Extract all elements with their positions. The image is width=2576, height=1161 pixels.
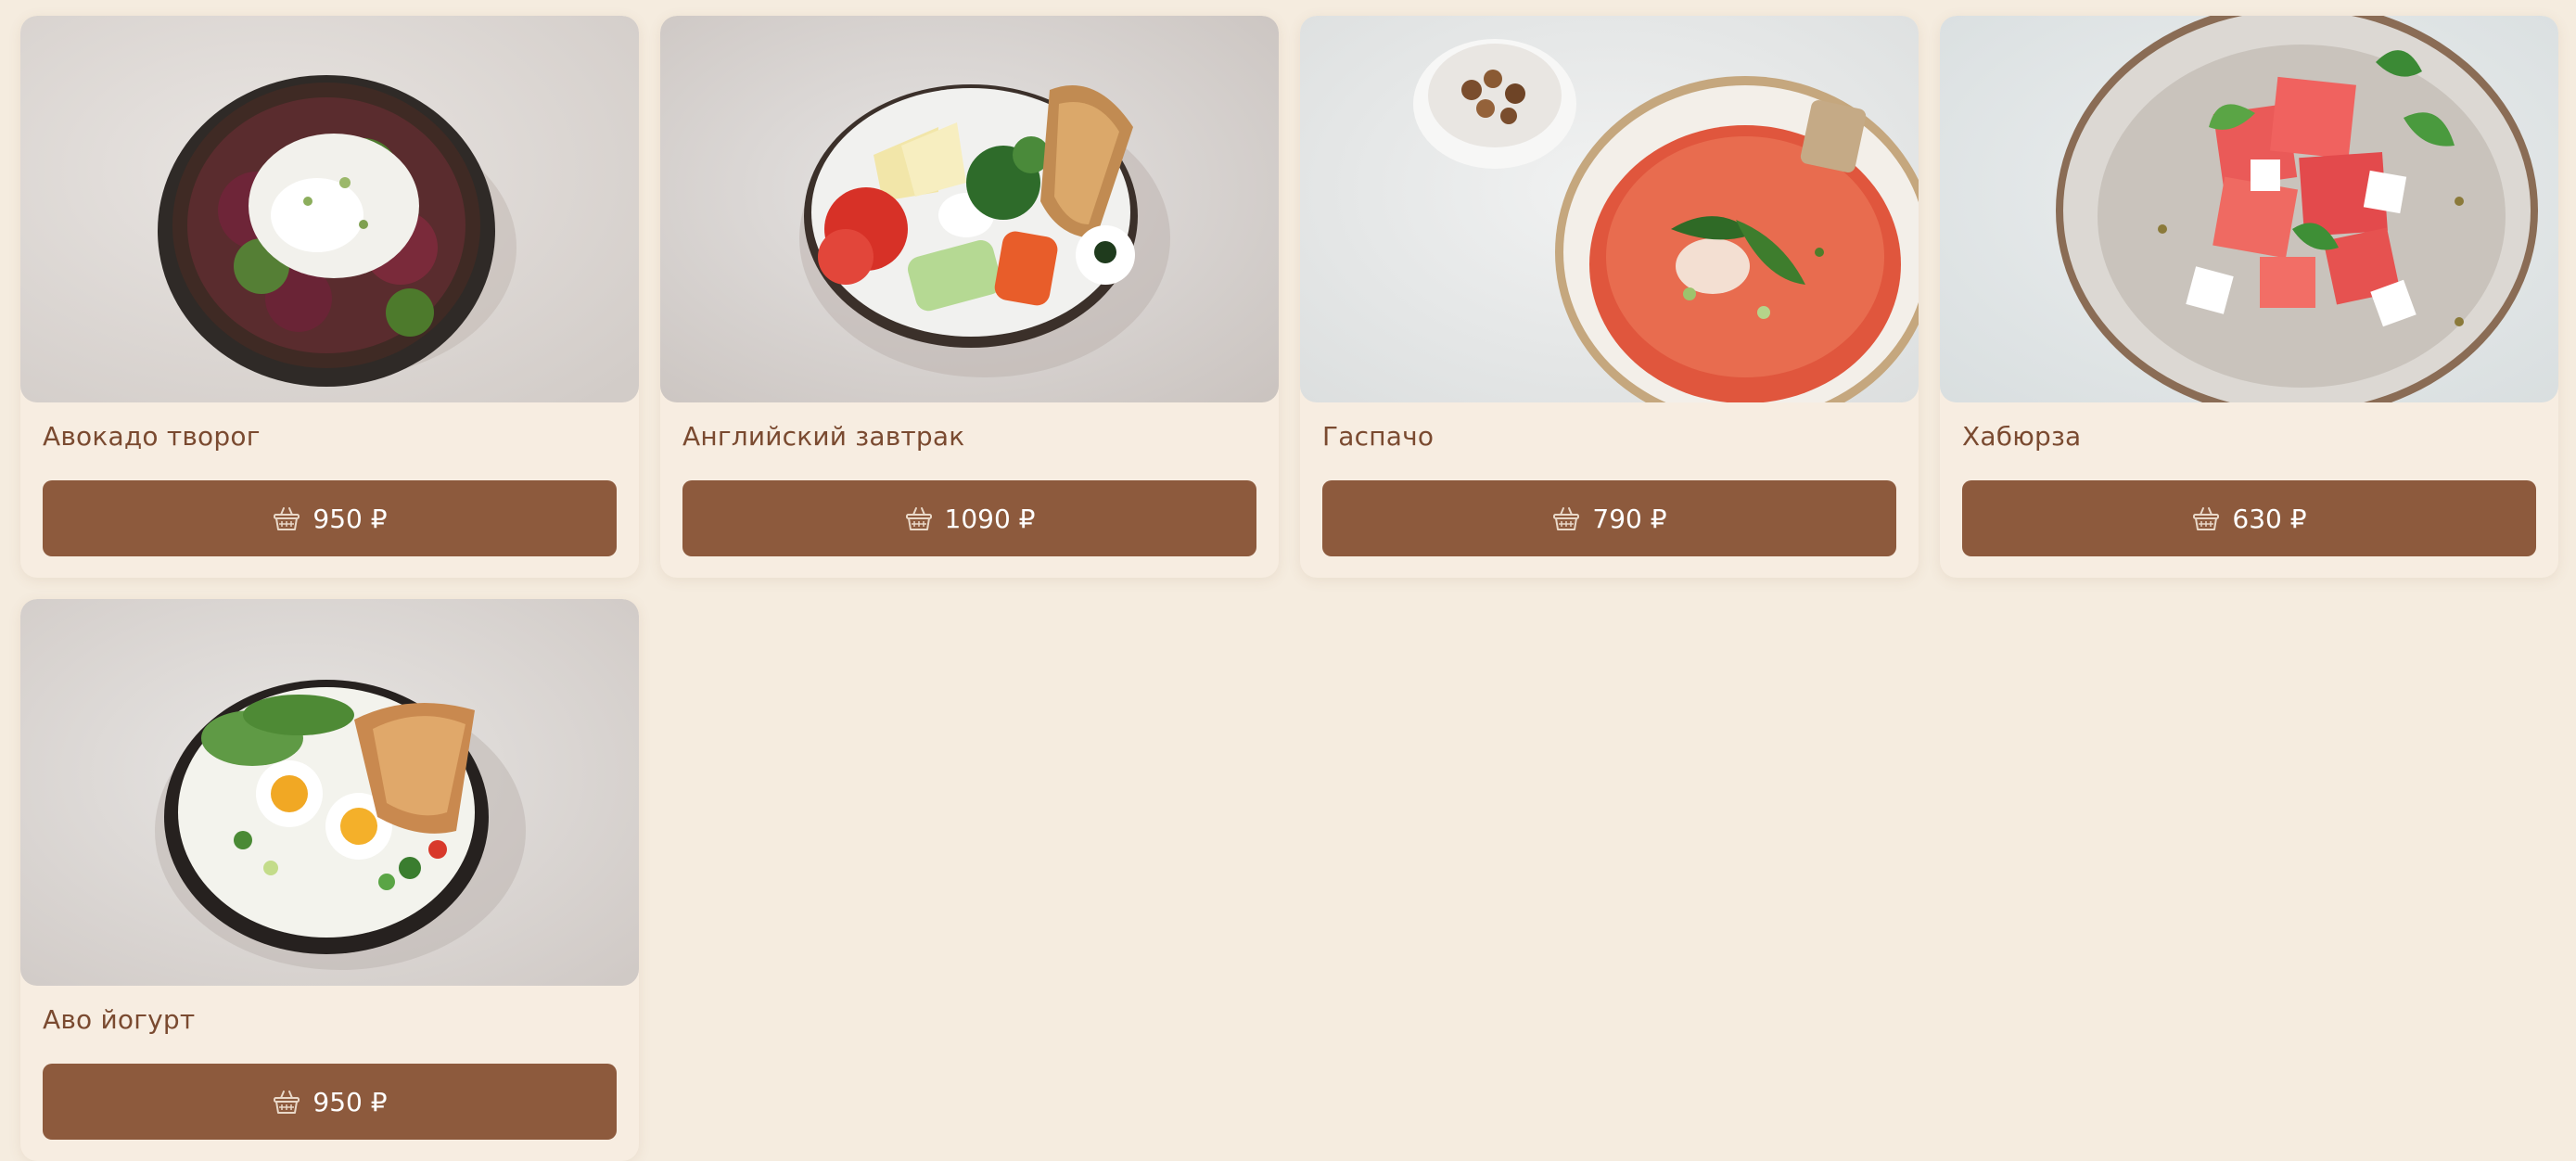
product-card[interactable]: Гаспачо 790 ₽	[1300, 16, 1919, 578]
product-photo[interactable]	[20, 16, 639, 402]
basket-icon	[905, 507, 932, 530]
product-title: Авокадо творог	[43, 421, 261, 452]
product-title: Хабюрза	[1962, 421, 2082, 452]
add-to-cart-button[interactable]: 1090 ₽	[682, 480, 1256, 556]
basket-icon	[274, 1091, 300, 1114]
product-card[interactable]: Хабюрза 630 ₽	[1940, 16, 2558, 578]
product-photo[interactable]	[1300, 16, 1919, 402]
product-photo[interactable]	[20, 599, 639, 986]
product-card[interactable]: Английский завтрак 1090 ₽	[660, 16, 1279, 578]
price-label: 790 ₽	[1592, 503, 1667, 534]
product-photo[interactable]	[660, 16, 1279, 402]
add-to-cart-button[interactable]: 630 ₽	[1962, 480, 2536, 556]
breakfast-plate-image	[660, 16, 1279, 402]
salad-plate-image	[20, 16, 639, 402]
basket-icon	[1553, 507, 1580, 530]
product-grid: Авокадо творог 950 ₽ Английский завтрак …	[20, 16, 2558, 1161]
add-to-cart-button[interactable]: 950 ₽	[43, 480, 617, 556]
product-title: Английский завтрак	[682, 421, 965, 452]
product-card[interactable]: Авокадо творог 950 ₽	[20, 16, 639, 578]
price-label: 950 ₽	[312, 1086, 388, 1117]
watermelon-salad-image	[1940, 16, 2558, 402]
egg-bowl-image	[20, 599, 639, 986]
product-photo[interactable]	[1940, 16, 2558, 402]
add-to-cart-button[interactable]: 950 ₽	[43, 1064, 617, 1140]
price-label: 950 ₽	[312, 503, 388, 534]
price-label: 630 ₽	[2232, 503, 2307, 534]
basket-icon	[274, 507, 300, 530]
add-to-cart-button[interactable]: 790 ₽	[1322, 480, 1896, 556]
product-title: Гаспачо	[1322, 421, 1435, 452]
product-card[interactable]: Аво йогурт 950 ₽	[20, 599, 639, 1161]
basket-icon	[2193, 507, 2220, 530]
soup-bowl-image	[1300, 16, 1919, 402]
product-title: Аво йогурт	[43, 1004, 196, 1035]
price-label: 1090 ₽	[944, 503, 1036, 534]
